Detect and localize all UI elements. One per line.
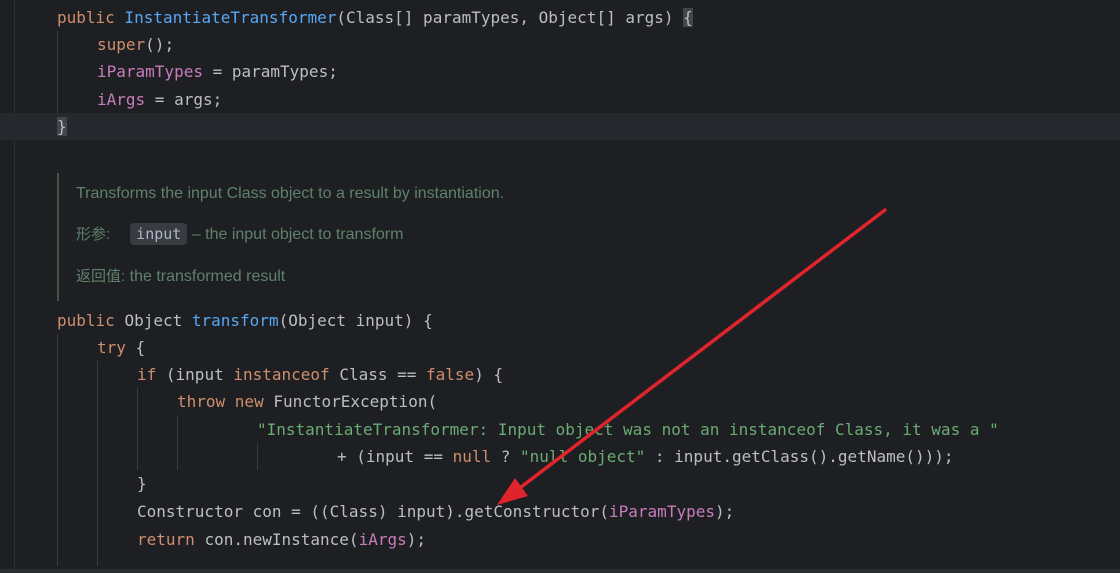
code-token: : input.getClass().getName())); [645, 447, 954, 466]
code-token: { [135, 338, 146, 357]
code-editor[interactable]: public InstantiateTransformer(Class[] pa… [0, 0, 1120, 573]
code-token: = paramTypes; [202, 62, 338, 81]
code-token: ); [406, 530, 426, 549]
current-code-line[interactable]: } [0, 113, 1120, 140]
code-token: try [97, 338, 136, 357]
doc-return-label: 返回值: [76, 268, 126, 285]
code-token: (); [145, 35, 175, 54]
doc-param-description: – the input object to transform [191, 226, 404, 243]
code-line[interactable]: if (input instanceof Class == false) { [0, 361, 1120, 388]
code-line[interactable]: public Object transform(Object input) { [0, 307, 1120, 334]
code-token: throw new [177, 392, 274, 411]
code-token: super [97, 35, 146, 54]
code-line[interactable]: + (input == null ? "null object" : input… [0, 443, 1120, 470]
code-token: "InstantiateTransformer: Input object wa… [257, 420, 999, 439]
code-token: (Object input) { [278, 311, 433, 330]
code-line[interactable]: Constructor con = ((Class) input).getCon… [0, 498, 1120, 525]
code-token: public [57, 311, 125, 330]
code-line[interactable]: } [0, 470, 1120, 497]
code-token: return [137, 530, 205, 549]
code-token: ) { [474, 365, 504, 384]
code-line[interactable]: throw new FunctorException( [0, 388, 1120, 415]
code-token: = args; [145, 90, 223, 109]
code-line[interactable]: iArgs = args; [0, 86, 1120, 113]
code-token: (input [165, 365, 234, 384]
editor-bottom-edge [0, 569, 1120, 573]
code-token: FunctorException( [273, 392, 438, 411]
code-token: { [683, 8, 693, 27]
code-token: iParamTypes [97, 62, 203, 81]
code-token: con.newInstance( [204, 530, 359, 549]
code-token: } [137, 474, 147, 493]
code-token: (Class[] paramTypes, Object[] args) [336, 8, 684, 27]
code-token: public [57, 8, 125, 27]
code-line[interactable]: public InstantiateTransformer(Class[] pa… [0, 4, 1120, 31]
code-token: false [426, 365, 475, 384]
code-token: transform [191, 311, 279, 330]
code-token: ); [714, 502, 735, 521]
code-line[interactable]: return con.newInstance(iArgs); [0, 526, 1120, 553]
code-token: InstantiateTransformer [124, 8, 337, 27]
code-token: + (input == [337, 447, 453, 466]
javadoc-rendered-block: Transforms the input Class object to a r… [57, 173, 759, 301]
code-token: Constructor con = ((Class) input).getCon… [137, 502, 610, 521]
doc-summary: Transforms the input Class object to a r… [76, 185, 505, 202]
code-token: ? [500, 447, 521, 466]
code-token: "null object" [520, 447, 646, 466]
code-token: Object [124, 311, 192, 330]
code-token: instanceof [233, 365, 340, 384]
code-line[interactable]: try { [0, 334, 1120, 361]
doc-param-name: input [130, 223, 188, 245]
doc-return-description: the transformed result [129, 268, 286, 285]
code-token: Class == [339, 365, 427, 384]
code-line[interactable]: iParamTypes = paramTypes; [0, 58, 1120, 85]
code-token: iParamTypes [609, 502, 715, 521]
code-token: iArgs [97, 90, 146, 109]
code-token: iArgs [358, 530, 407, 549]
code-token: if [137, 365, 166, 384]
code-token: null [452, 447, 501, 466]
code-line[interactable]: "InstantiateTransformer: Input object wa… [0, 416, 1120, 443]
code-line[interactable]: super(); [0, 31, 1120, 58]
doc-param-label: 形参: [76, 226, 111, 243]
code-token: } [57, 117, 67, 136]
